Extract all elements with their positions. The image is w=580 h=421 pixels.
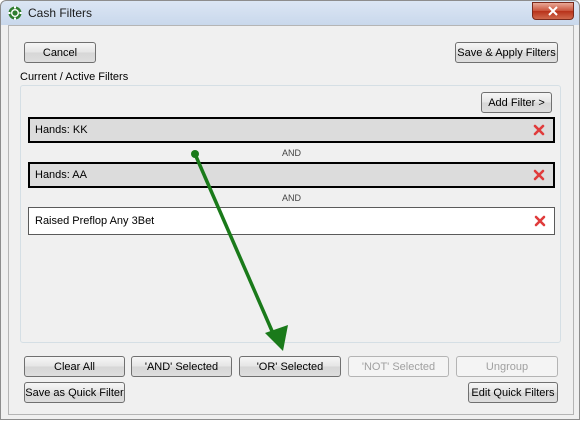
cancel-button[interactable]: Cancel bbox=[24, 42, 96, 63]
cash-filters-window: Cash Filters Cancel Save & Apply Filters… bbox=[0, 0, 580, 420]
filter-row-hands-kk[interactable]: Hands: KK bbox=[28, 117, 555, 143]
filter-label: Hands: KK bbox=[35, 124, 88, 136]
filter-label: Raised Preflop Any 3Bet bbox=[35, 215, 155, 227]
edit-quick-filters-button[interactable]: Edit Quick Filters bbox=[468, 382, 558, 403]
or-selected-button[interactable]: 'OR' Selected bbox=[239, 356, 341, 377]
add-filter-button[interactable]: Add Filter > bbox=[481, 92, 552, 113]
remove-filter-icon[interactable] bbox=[533, 124, 545, 136]
dialog-body: Cancel Save & Apply Filters Current / Ac… bbox=[8, 25, 574, 415]
and-connector: AND bbox=[281, 193, 301, 203]
poker-chip-icon bbox=[8, 6, 22, 20]
save-apply-filters-button[interactable]: Save & Apply Filters bbox=[455, 42, 558, 63]
remove-filter-icon[interactable] bbox=[533, 169, 545, 181]
active-filters-group-label: Current / Active Filters bbox=[20, 71, 129, 83]
filter-row-raised-preflop[interactable]: Raised Preflop Any 3Bet bbox=[28, 207, 555, 235]
filter-label: Hands: AA bbox=[35, 169, 87, 181]
and-selected-button[interactable]: 'AND' Selected bbox=[131, 356, 232, 377]
window-title: Cash Filters bbox=[28, 6, 93, 20]
title-bar: Cash Filters bbox=[1, 1, 579, 25]
remove-filter-icon[interactable] bbox=[534, 215, 546, 227]
save-quick-filter-button[interactable]: Save as Quick Filter bbox=[24, 382, 125, 403]
and-connector: AND bbox=[281, 148, 301, 158]
close-icon bbox=[548, 6, 558, 16]
close-button[interactable] bbox=[532, 2, 574, 20]
ungroup-button[interactable]: Ungroup bbox=[456, 356, 558, 377]
active-filters-group: Add Filter > Hands: KK AND Hands: AA AND… bbox=[20, 85, 561, 343]
not-selected-button[interactable]: 'NOT' Selected bbox=[348, 356, 449, 377]
filter-row-hands-aa[interactable]: Hands: AA bbox=[28, 162, 555, 188]
clear-all-button[interactable]: Clear All bbox=[24, 356, 125, 377]
